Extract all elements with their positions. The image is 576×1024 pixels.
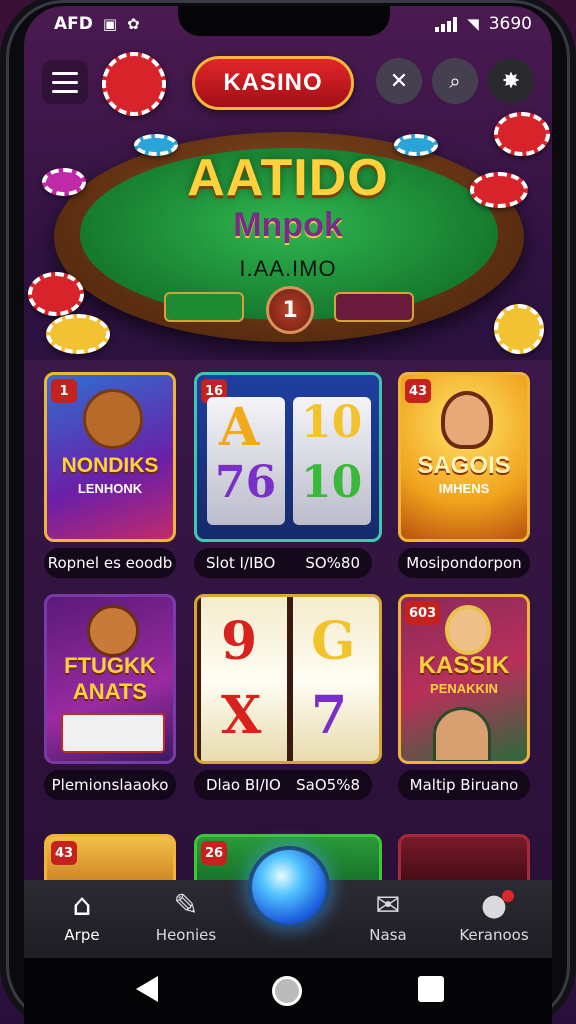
game-badge: 26 bbox=[201, 841, 228, 865]
notification-dot bbox=[502, 890, 514, 902]
reel-symbol: 10 bbox=[301, 397, 363, 448]
bottom-navigation: ⌂ Arpe ✎ Heonies ✉ Nasa ● Keranoos bbox=[24, 850, 552, 958]
game-title: KASSIK bbox=[418, 652, 510, 679]
nav-label: Heonies bbox=[155, 926, 217, 944]
menu-icon-line bbox=[52, 80, 78, 84]
reel-symbol: X bbox=[221, 685, 262, 746]
back-icon[interactable] bbox=[136, 976, 158, 1002]
slot-label[interactable]: Dlao BI/IO SaO5%8 bbox=[194, 770, 372, 800]
notification-icon: ✿ bbox=[127, 15, 140, 33]
hero-caption: I.AA.IMO bbox=[239, 256, 337, 281]
reel-symbol: 10 bbox=[301, 457, 363, 508]
character-portrait bbox=[441, 391, 493, 449]
reel-symbol: 76 bbox=[215, 457, 277, 508]
slot-name: Dlao BI/IO bbox=[206, 776, 281, 794]
nav-item-heonies[interactable]: ✎ Heonies bbox=[136, 888, 236, 944]
game-subtitle: IMHENS bbox=[438, 481, 490, 496]
game-thumbnail[interactable]: FTUGKK ANATS bbox=[44, 594, 176, 764]
menu-icon-line bbox=[52, 71, 78, 75]
game-card[interactable]: 43 SAGOIS IMHENS Mosipondorpon bbox=[398, 372, 538, 578]
app-header: KASINO ✕ ⌕ ✸ bbox=[24, 50, 552, 114]
chip-decoration bbox=[494, 304, 544, 354]
slot-rtp: SO%80 bbox=[305, 554, 360, 572]
nav-item-home[interactable]: ⌂ Arpe bbox=[32, 888, 132, 944]
menu-icon-line bbox=[52, 89, 78, 93]
system-navigation-bar bbox=[24, 958, 552, 1024]
slot-card[interactable]: 9 G X 7 Dlao BI/IO SaO5%8 bbox=[194, 594, 382, 800]
slot-thumbnail[interactable]: 9 G X 7 bbox=[194, 594, 382, 764]
character-portrait bbox=[433, 707, 491, 761]
wifi-icon: ◥ bbox=[467, 15, 479, 33]
nav-item-keranoos[interactable]: ● Keranoos bbox=[444, 888, 544, 944]
game-badge: 1 bbox=[51, 379, 77, 403]
chip-decoration bbox=[46, 314, 110, 354]
nav-label: Keranoos bbox=[459, 926, 529, 944]
tools-icon[interactable]: ✕ bbox=[376, 58, 422, 104]
slot-rtp: SaO5%8 bbox=[296, 776, 360, 794]
character-portrait bbox=[445, 605, 491, 655]
game-card[interactable]: 603 KASSIK PENAKKIN Maltip Biruano bbox=[398, 594, 538, 800]
game-title: FTUGKK ANATS bbox=[64, 653, 156, 704]
reel-symbol: A bbox=[219, 397, 260, 458]
game-title: SAGOIS bbox=[417, 452, 511, 479]
signal-icon bbox=[435, 16, 458, 32]
game-label[interactable]: Plemionslaaoko bbox=[44, 770, 176, 800]
sim-icon: ▣ bbox=[102, 15, 118, 33]
app-logo[interactable]: KASINO bbox=[192, 56, 354, 110]
menu-button[interactable] bbox=[42, 60, 88, 104]
game-label[interactable]: Mosipondorpon bbox=[398, 548, 530, 578]
mahjong-tiles-image bbox=[61, 713, 165, 753]
game-subtitle: LENHONK bbox=[77, 481, 143, 496]
profile-icon[interactable]: ✸ bbox=[488, 58, 534, 104]
reel-symbol: 9 bbox=[221, 611, 258, 672]
hero-banner[interactable]: AATIDO Mnpok I.AA.IMO 1 bbox=[24, 40, 552, 360]
game-card[interactable]: FTUGKK ANATS Plemionslaaoko bbox=[44, 594, 184, 800]
game-badge: 603 bbox=[405, 601, 441, 625]
game-subtitle: PENAKKIN bbox=[430, 681, 498, 696]
recents-icon[interactable] bbox=[418, 976, 444, 1002]
center-action-orb[interactable] bbox=[252, 850, 326, 924]
nav-label: Nasa bbox=[369, 926, 407, 944]
home-icon: ⌂ bbox=[72, 888, 92, 923]
home-button-icon[interactable] bbox=[272, 976, 302, 1006]
nav-label: Arpe bbox=[64, 926, 100, 944]
hero-title: AATIDO bbox=[187, 149, 389, 207]
pen-icon: ✎ bbox=[173, 888, 199, 923]
status-bar: AFD ▣ ✿ ◥ 3690 bbox=[24, 6, 552, 42]
game-grid: 1 NONDIKS LENHONK Ropnel es eoodb 16 A 1… bbox=[24, 360, 552, 894]
table-number-badge: 1 bbox=[266, 286, 314, 334]
chat-icon: ● bbox=[444, 888, 544, 924]
table-plaque bbox=[164, 292, 244, 322]
slot-thumbnail[interactable]: 16 A 10 76 10 bbox=[194, 372, 382, 542]
game-thumbnail[interactable]: 1 NONDIKS LENHONK bbox=[44, 372, 176, 542]
status-left-text: AFD bbox=[54, 14, 93, 34]
slot-card[interactable]: 16 A 10 76 10 Slot I/IBO SO%80 bbox=[194, 372, 382, 578]
game-badge: 43 bbox=[405, 379, 432, 403]
mail-icon: ✉ bbox=[375, 888, 401, 923]
slot-name: Slot I/IBO bbox=[206, 554, 276, 572]
lion-mascot-image bbox=[87, 605, 139, 657]
table-plaque bbox=[334, 292, 414, 322]
slot-label[interactable]: Slot I/IBO SO%80 bbox=[194, 548, 372, 578]
game-label[interactable]: Ropnel es eoodb bbox=[44, 548, 176, 578]
game-thumbnail[interactable]: 43 SAGOIS IMHENS bbox=[398, 372, 530, 542]
game-badge: 43 bbox=[51, 841, 78, 865]
hero-subtitle: Mnpok bbox=[233, 206, 343, 244]
game-label[interactable]: Maltip Biruano bbox=[398, 770, 530, 800]
search-icon[interactable]: ⌕ bbox=[432, 58, 478, 104]
status-time: 3690 bbox=[488, 14, 532, 34]
game-title: NONDIKS bbox=[61, 454, 159, 477]
reel-symbol: G bbox=[311, 611, 356, 672]
game-card[interactable]: 1 NONDIKS LENHONK Ropnel es eoodb bbox=[44, 372, 184, 578]
game-thumbnail[interactable]: 603 KASSIK PENAKKIN bbox=[398, 594, 530, 764]
lion-mascot-image bbox=[83, 389, 143, 449]
nav-item-nasa[interactable]: ✉ Nasa bbox=[338, 888, 438, 944]
reel-symbol: 7 bbox=[311, 685, 348, 746]
